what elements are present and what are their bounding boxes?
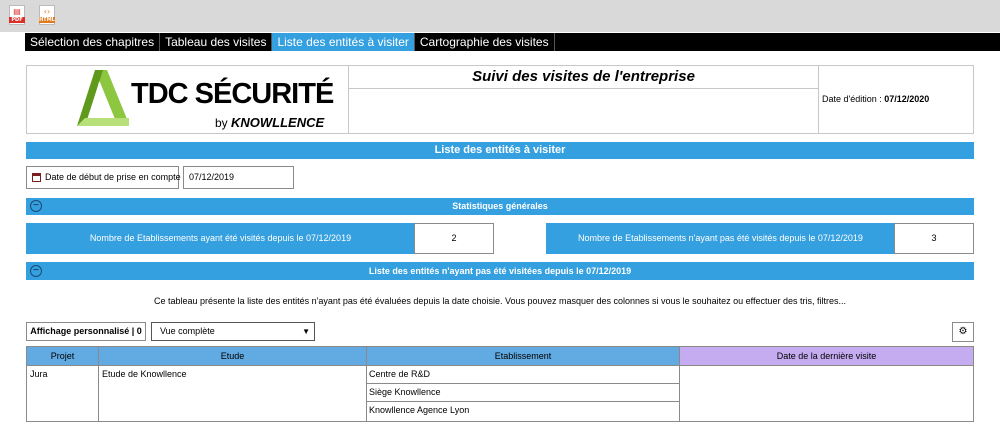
pdf-export-icon[interactable]: ▤ PDF <box>9 5 25 25</box>
cell-date-visite <box>679 365 974 422</box>
start-date-label-text: Date de début de prise en compte <box>45 172 181 182</box>
cell-projet: Jura <box>26 365 99 422</box>
custom-view-button[interactable]: Affichage personnalisé | 0 <box>26 322 146 341</box>
table-description: Ce tableau présente la liste des entités… <box>154 296 846 306</box>
list-title: Liste des entités n'ayant pas été visité… <box>368 266 632 276</box>
cell-etude: Etude de Knowllence <box>98 365 367 422</box>
view-select[interactable]: Vue complète ▼ <box>151 322 315 341</box>
logo-text: TDC SÉCURITÉ <box>131 78 334 110</box>
column-header-etude[interactable]: Etude <box>98 346 367 366</box>
start-date-label: Date de début de prise en compte <box>26 166 181 189</box>
logo-byline: by KNOWLLENCE <box>215 115 324 130</box>
chevron-down-icon: ▼ <box>302 327 310 336</box>
visited-count-value: 2 <box>414 223 494 254</box>
logo-by: by <box>215 116 232 130</box>
edition-label: Date d'édition : <box>822 94 885 104</box>
view-select-value: Vue complète <box>160 326 215 336</box>
stats-title: Statistiques générales <box>452 201 548 211</box>
tdc-logo-icon <box>77 70 129 126</box>
tab-cartographie[interactable]: Cartographie des visites <box>415 33 555 51</box>
collapse-icon[interactable]: − <box>30 265 42 277</box>
logo-brand: KNOWLLENCE <box>231 115 325 130</box>
collapse-icon[interactable]: − <box>30 200 42 212</box>
edition-date: 07/12/2020 <box>884 94 930 104</box>
stats-section-bar[interactable]: − Statistiques générales <box>26 198 974 215</box>
visited-count-label: Nombre de Etablissements ayant été visit… <box>26 223 415 254</box>
html-export-icon[interactable]: ‹› HTML <box>39 5 55 25</box>
tab-tableau-visites[interactable]: Tableau des visites <box>160 33 273 51</box>
list-section-bar[interactable]: − Liste des entités n'ayant pas été visi… <box>26 262 974 280</box>
tab-selection-chapitres[interactable]: Sélection des chapitres <box>25 33 161 51</box>
column-header-etablissement[interactable]: Etablissement <box>366 346 680 366</box>
start-date-input[interactable]: 07/12/2019 <box>183 166 294 189</box>
logo-cell: TDC SÉCURITÉ by KNOWLLENCE <box>27 66 349 133</box>
table-row: Siège Knowllence <box>366 384 679 402</box>
html-label: HTML <box>39 17 55 23</box>
section-title: Liste des entités à visiter <box>434 144 566 156</box>
settings-gear-icon[interactable]: ⚙ <box>952 322 974 342</box>
pdf-label: PDF <box>9 17 25 23</box>
not-visited-count-label: Nombre de Etablissements n'ayant pas été… <box>546 223 895 254</box>
top-toolbar: ▤ PDF ‹› HTML <box>0 0 1000 32</box>
not-visited-count-value: 3 <box>894 223 974 254</box>
table-row: Knowllence Agence Lyon <box>369 405 470 415</box>
calendar-icon <box>32 173 41 182</box>
page-title: Suivi des visites de l'entreprise <box>349 66 818 89</box>
column-header-projet[interactable]: Projet <box>26 346 99 366</box>
edition-cell: Date d'édition : 07/12/2020 <box>820 66 973 133</box>
chapter-nav: Sélection des chapitres Tableau des visi… <box>25 33 1000 51</box>
title-cell: Suivi des visites de l'entreprise <box>349 66 819 133</box>
report-header: TDC SÉCURITÉ by KNOWLLENCE Suivi des vis… <box>26 65 974 134</box>
tab-liste-entites[interactable]: Liste des entités à visiter <box>272 33 415 51</box>
table-row: Centre de R&D <box>366 366 679 384</box>
column-header-date-visite[interactable]: Date de la dernière visite <box>679 346 974 366</box>
section-title-bar: Liste des entités à visiter <box>26 142 974 159</box>
